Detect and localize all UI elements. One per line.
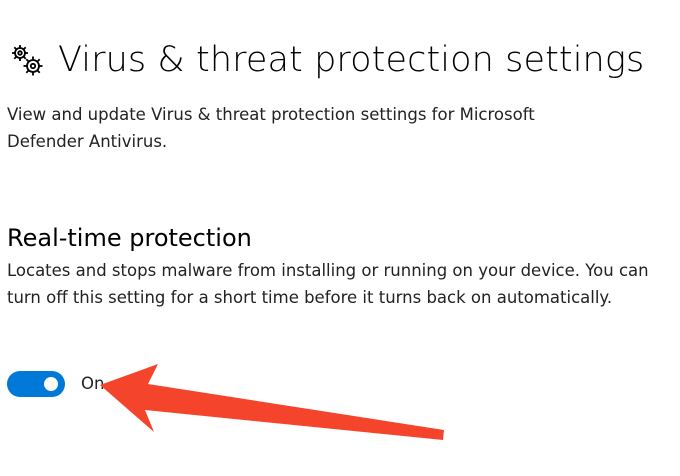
section-description: Locates and stops malware from installin…	[7, 261, 649, 307]
section-title: Real-time protection	[7, 224, 252, 252]
page-description: View and update Virus & threat protectio…	[7, 105, 535, 151]
page-title: Virus & threat protection settings	[58, 39, 645, 80]
toggle-knob	[44, 377, 58, 391]
toggle-label: On	[81, 374, 105, 393]
real-time-protection-toggle[interactable]	[7, 371, 65, 397]
page-header: Virus & threat protection settings	[8, 34, 644, 86]
gears-icon	[12, 45, 43, 76]
